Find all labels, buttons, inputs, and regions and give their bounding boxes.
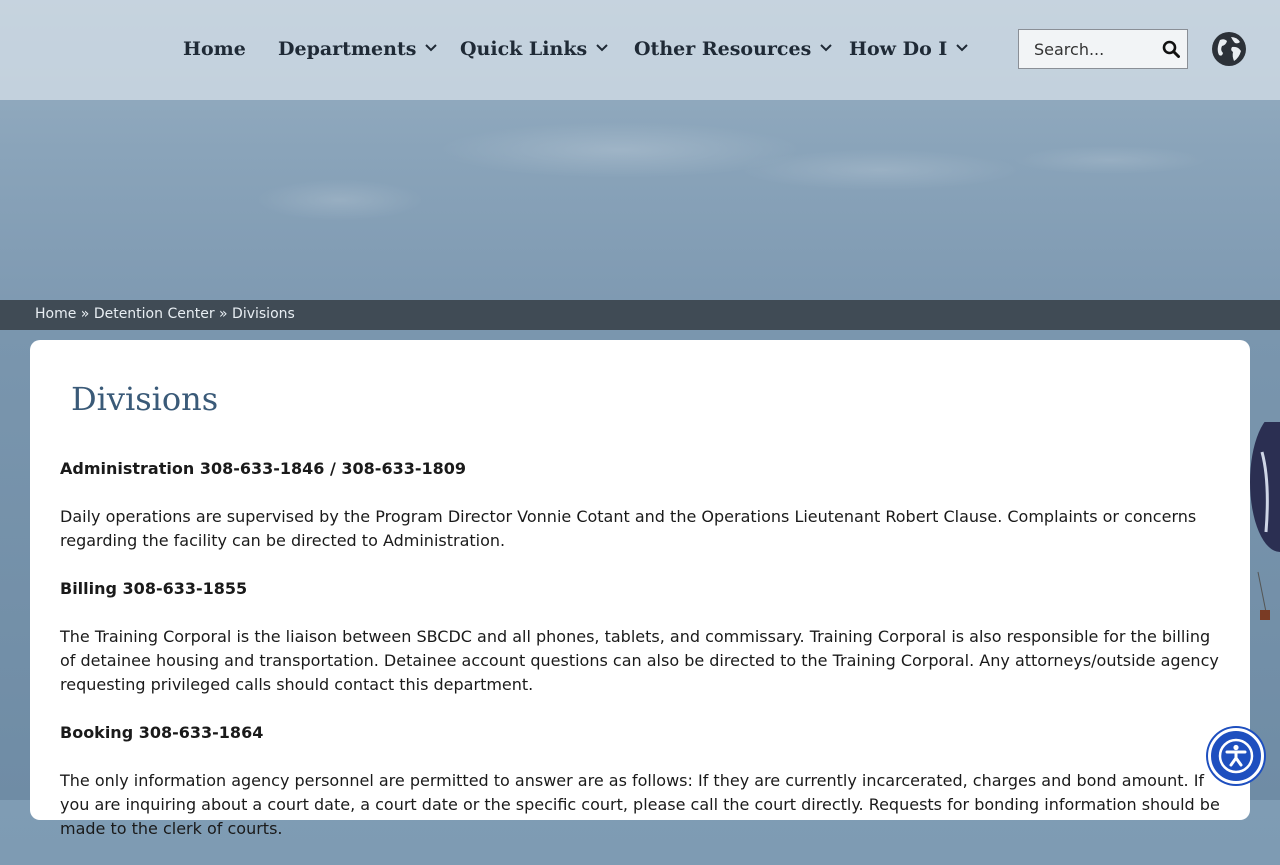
search-input[interactable] [1019, 30, 1154, 68]
accessibility-icon [1218, 738, 1254, 774]
breadcrumb-separator: » [214, 306, 233, 322]
breadcrumb-separator: » [76, 306, 94, 322]
chevron-down-icon [596, 44, 608, 52]
nav-home-label: Home [183, 38, 246, 60]
section-body-billing: The Training Corporal is the liaison bet… [60, 627, 1219, 694]
nav-departments-label: Departments [278, 38, 417, 60]
breadcrumb: Home » Detention Center » Divisions [35, 306, 295, 322]
nav-other-resources-label: Other Resources [634, 38, 812, 60]
search-icon[interactable] [1162, 40, 1180, 58]
chevron-down-icon [820, 44, 832, 52]
section-body-booking: The only information agency personnel ar… [60, 771, 1220, 838]
breadcrumb-home-link[interactable]: Home [35, 306, 76, 322]
section-body-administration: Daily operations are supervised by the P… [60, 507, 1197, 550]
page-content: Administration 308-633-1846 / 308-633-18… [60, 457, 1230, 865]
breadcrumb-bar: Home » Detention Center » Divisions [0, 300, 1280, 330]
nav-quick-links[interactable]: Quick Links [460, 38, 609, 60]
section-heading-booking: Booking 308-633-1864 [60, 723, 264, 742]
accessibility-button[interactable] [1208, 728, 1264, 784]
chevron-down-icon [425, 44, 438, 52]
page-title: Divisions [71, 380, 219, 418]
site-header: Home Departments Quick Links Other Resou… [0, 0, 1280, 100]
section-heading-billing: Billing 308-633-1855 [60, 579, 248, 598]
breadcrumb-detention-center-link[interactable]: Detention Center [94, 306, 215, 322]
nav-quick-links-label: Quick Links [460, 38, 588, 60]
nav-how-do-i[interactable]: How Do I [849, 38, 969, 60]
search-box [1018, 29, 1188, 69]
nav-how-do-i-label: How Do I [849, 38, 948, 60]
breadcrumb-current: Divisions [232, 306, 295, 322]
nav-home[interactable]: Home [183, 38, 246, 60]
chevron-down-icon [956, 44, 968, 52]
nav-other-resources[interactable]: Other Resources [634, 38, 833, 60]
hot-air-balloon-image [1250, 422, 1280, 620]
nav-departments[interactable]: Departments [278, 38, 438, 60]
section-heading-administration: Administration 308-633-1846 / 308-633-18… [60, 459, 467, 478]
content-card: Divisions Administration 308-633-1846 / … [30, 340, 1250, 838]
globe-icon[interactable] [1211, 31, 1247, 67]
